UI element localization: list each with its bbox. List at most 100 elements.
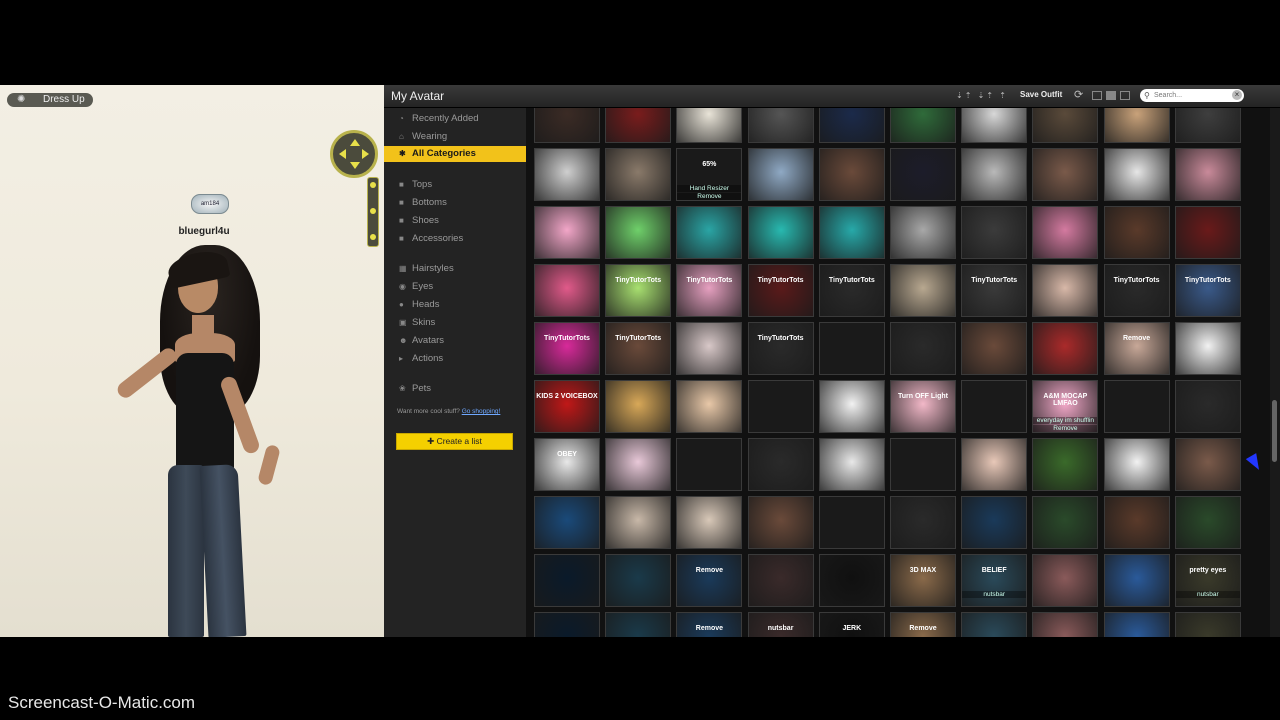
grid-item[interactable] <box>1032 148 1099 201</box>
grid-item[interactable] <box>961 108 1028 143</box>
sidebar-item-avatars[interactable]: ☻ Avatars <box>384 333 526 349</box>
go-shopping-link[interactable]: Go shopping! <box>462 408 501 415</box>
grid-item[interactable] <box>890 148 956 201</box>
grid-item[interactable]: pretty eyes nutsbar <box>1174 554 1241 607</box>
grid-item[interactable] <box>534 554 600 607</box>
grid-item[interactable] <box>1103 438 1170 491</box>
grid-item[interactable] <box>747 108 814 143</box>
grid-item[interactable] <box>605 496 672 549</box>
grid-item[interactable] <box>1032 612 1099 637</box>
grid-item[interactable] <box>676 380 743 433</box>
grid-view-icon[interactable] <box>1092 91 1102 100</box>
grid-item[interactable] <box>747 380 814 433</box>
arrow-up-icon[interactable] <box>350 139 360 146</box>
grid-item[interactable] <box>605 380 672 433</box>
grid-item-remove[interactable]: Remove <box>677 193 742 200</box>
grid-item[interactable] <box>747 148 814 201</box>
sidebar-item-hairstyles[interactable]: ▦ Hairstyles <box>384 261 526 277</box>
grid-item[interactable] <box>1174 380 1241 433</box>
grid-item[interactable] <box>1032 264 1099 317</box>
grid-item[interactable]: KIDS 2 VOICEBOX <box>534 380 600 433</box>
grid-item[interactable] <box>818 322 885 375</box>
sidebar-item-skins[interactable]: ▣ Skins <box>384 315 526 331</box>
grid-item[interactable] <box>605 438 672 491</box>
sidebar-item-accessories[interactable]: ■ Accessories <box>384 231 526 247</box>
grid-item[interactable] <box>890 206 956 259</box>
grid-item[interactable] <box>1174 612 1241 637</box>
refresh-icon[interactable]: ⟳ <box>1074 88 1083 101</box>
grid-item[interactable] <box>676 438 743 491</box>
avatar-3d-view[interactable]: ✺ Dress Up am184 bluegurl4u <box>0 85 384 637</box>
grid-item[interactable] <box>1032 554 1099 607</box>
grid-item[interactable] <box>676 496 743 549</box>
arrow-left-icon[interactable] <box>339 149 346 159</box>
grid-item[interactable] <box>961 206 1028 259</box>
grid-item[interactable] <box>534 148 600 201</box>
sidebar-item-heads[interactable]: ● Heads <box>384 297 526 313</box>
grid-item[interactable]: Remove <box>676 612 743 637</box>
grid-item[interactable] <box>961 496 1028 549</box>
scrollbar-thumb[interactable] <box>1272 400 1277 462</box>
grid-item[interactable] <box>961 148 1028 201</box>
grid-item[interactable] <box>747 438 814 491</box>
grid-item[interactable] <box>961 612 1028 637</box>
grid-item[interactable] <box>818 554 885 607</box>
grid-item[interactable] <box>1174 148 1241 201</box>
grid-item[interactable]: TinyTutorTots <box>605 264 672 317</box>
grid-item[interactable] <box>676 322 743 375</box>
grid-item[interactable] <box>1174 322 1241 375</box>
sidebar-item-actions[interactable]: ▸ Actions <box>384 351 526 367</box>
grid-item[interactable]: Remove <box>890 612 956 637</box>
grid-item[interactable]: TinyTutorTots <box>1174 264 1241 317</box>
list-view-icon[interactable] <box>1120 91 1130 100</box>
grid-item[interactable]: TinyTutorTots <box>747 322 814 375</box>
grid-item[interactable] <box>818 380 885 433</box>
grid-item[interactable] <box>1103 148 1170 201</box>
grid-item[interactable] <box>1103 612 1170 637</box>
sidebar-item-shoes[interactable]: ■ Shoes <box>384 213 526 229</box>
grid-item[interactable]: TinyTutorTots <box>676 264 743 317</box>
grid-item[interactable]: Remove <box>1103 322 1170 375</box>
grid-item[interactable] <box>676 206 743 259</box>
grid-item[interactable]: TinyTutorTots <box>1103 264 1170 317</box>
grid-item[interactable] <box>1174 438 1241 491</box>
grid-item[interactable]: TinyTutorTots <box>961 264 1028 317</box>
grid-item[interactable] <box>1103 108 1170 143</box>
grid-item[interactable] <box>605 612 672 637</box>
large-grid-view-icon[interactable] <box>1106 91 1116 100</box>
grid-item[interactable] <box>961 380 1028 433</box>
dress-up-button[interactable]: ✺ Dress Up <box>7 93 93 107</box>
grid-item[interactable] <box>747 496 814 549</box>
grid-item[interactable]: TinyTutorTots <box>534 322 600 375</box>
grid-item[interactable]: OBEY <box>534 438 600 491</box>
grid-item[interactable]: GKE <box>534 108 600 143</box>
grid-item[interactable] <box>534 496 600 549</box>
grid-item[interactable] <box>676 108 743 143</box>
grid-item[interactable] <box>1032 496 1099 549</box>
grid-item[interactable] <box>890 438 956 491</box>
grid-item[interactable] <box>605 148 672 201</box>
zoom-slider[interactable] <box>367 177 379 247</box>
grid-item[interactable] <box>890 322 956 375</box>
sidebar-item-wearing[interactable]: ⌂ Wearing <box>384 129 526 145</box>
grid-item[interactable] <box>961 322 1028 375</box>
grid-item[interactable] <box>1103 380 1170 433</box>
arrow-right-icon[interactable] <box>362 149 369 159</box>
grid-item[interactable] <box>818 496 885 549</box>
grid-item[interactable] <box>534 612 600 637</box>
grid-item[interactable] <box>890 108 956 143</box>
grid-item[interactable] <box>818 148 885 201</box>
grid-item[interactable] <box>605 108 672 143</box>
grid-item[interactable] <box>1032 322 1099 375</box>
grid-item[interactable] <box>890 264 956 317</box>
clear-search-icon[interactable]: × <box>1232 90 1242 100</box>
grid-item[interactable] <box>818 438 885 491</box>
grid-item[interactable]: 65% Hand Resizer Remove <box>676 148 743 201</box>
sidebar-item-bottoms[interactable]: ■ Bottoms <box>384 195 526 211</box>
sidebar-item-recently-added[interactable]: ◔ Recently Added <box>384 111 526 127</box>
grid-item[interactable] <box>1032 206 1099 259</box>
grid-item[interactable]: BELIEF nutsbar <box>961 554 1028 607</box>
grid-item[interactable] <box>1103 206 1170 259</box>
grid-item[interactable] <box>534 206 600 259</box>
grid-item[interactable]: A&M MOCAP LMFAO everyday im shufflin Remov… <box>1032 380 1099 433</box>
